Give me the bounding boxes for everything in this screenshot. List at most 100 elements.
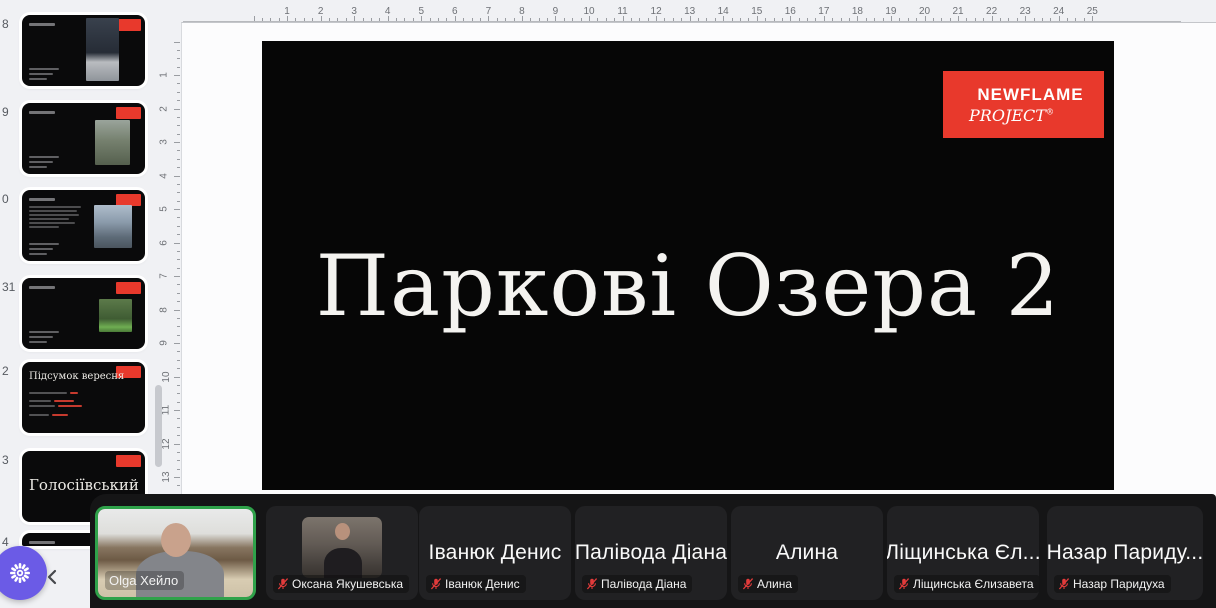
participant-name-text: Olga Хейло (109, 573, 178, 588)
ruler-tick (177, 393, 180, 394)
thumb-value-line (58, 405, 82, 407)
thumb-title-line (29, 23, 55, 26)
participant-name-label: Палівода Діана (582, 575, 692, 593)
ruler-tick (177, 284, 180, 285)
filmstrip-scrollbar[interactable] (155, 385, 162, 467)
slide-thumbnail[interactable] (22, 190, 145, 261)
ruler-tick (177, 226, 180, 227)
participant-tile[interactable]: Іванюк ДенисІванюк Денис (419, 506, 571, 600)
thumb-value-line (52, 414, 68, 416)
muted-mic-icon (1058, 578, 1070, 590)
ruler-tick (174, 444, 180, 445)
participant-name-label: Ліщинська Єлизавета (894, 575, 1039, 593)
ruler-tick (177, 452, 180, 453)
participant-name-label: Оксана Якушевська (273, 575, 409, 593)
thumb-photo (86, 18, 119, 81)
person-silhouette (335, 523, 350, 540)
thumb-photo (99, 299, 132, 332)
thumb-text-line (29, 336, 53, 338)
ruler-tick (177, 485, 180, 486)
ruler-number: 1 (158, 72, 169, 78)
ruler-tick (177, 301, 180, 302)
slide-thumbnail[interactable] (22, 103, 145, 174)
thumb-photo (95, 120, 130, 165)
muted-mic-icon (430, 578, 442, 590)
thumb-text-line (29, 253, 47, 255)
person-silhouette (161, 523, 191, 557)
ruler-number: 12 (161, 438, 172, 449)
slide-thumbnail[interactable] (22, 15, 145, 86)
ruler-tick (177, 58, 180, 59)
ruler-tick (177, 67, 180, 68)
ruler-number: 3 (158, 139, 169, 145)
thumb-text-line (29, 331, 59, 333)
ruler-tick (174, 410, 180, 411)
slide-number-label: 9 (2, 105, 18, 119)
thumb-text-line (29, 166, 47, 168)
ruler-tick (174, 142, 180, 143)
thumb-title-line (29, 286, 55, 289)
newflame-logo: NEWFLAME PROJECT® (943, 71, 1104, 138)
thumb-text-line (29, 392, 67, 394)
participant-tile[interactable]: Назар Париду...Назар Паридуха (1047, 506, 1203, 600)
ruler-tick (177, 368, 180, 369)
thumb-text-line (29, 73, 53, 75)
logo-text-line1: NEWFLAME (977, 85, 1083, 105)
thumb-title-line (29, 541, 55, 544)
ruler-tick (177, 351, 180, 352)
thumb-paragraph-line (29, 222, 75, 224)
thumb-value-line (70, 392, 78, 394)
participant-tile[interactable]: Оксана Якушевська (266, 506, 418, 600)
ruler-tick (174, 276, 180, 277)
ruler-number: 6 (158, 240, 169, 246)
thumb-text-line (29, 341, 47, 343)
participant-tile[interactable]: АлинаАлина (731, 506, 883, 600)
ruler-number: 11 (161, 405, 172, 415)
ruler-tick (174, 477, 180, 478)
ruler-tick (177, 469, 180, 470)
collapse-filmstrip-icon[interactable] (46, 569, 58, 585)
thumb-text-line (29, 405, 55, 407)
thumb-text-line (29, 161, 53, 163)
current-slide[interactable]: Паркові Озера 2 NEWFLAME PROJECT® (262, 41, 1114, 490)
ruler-tick (174, 209, 180, 210)
ruler-tick (177, 360, 180, 361)
thumb-text-line (29, 414, 49, 416)
participant-name-label: Іванюк Денис (426, 575, 526, 593)
ruler-tick (177, 100, 180, 101)
ruler-tick (177, 427, 180, 428)
thumb-logo-chip (116, 282, 141, 294)
ruler-tick (177, 293, 180, 294)
ruler-tick (177, 385, 180, 386)
participant-tile[interactable]: Палівода ДіанаПалівода Діана (575, 506, 727, 600)
ruler-number: 10 (161, 371, 172, 382)
meeting-participants-bar: Olga Хейло Оксана Якушевська Іванюк ДенисІ… (90, 494, 1216, 608)
slide-thumbnail[interactable] (22, 278, 145, 349)
participant-name-label: Назар Паридуха (1054, 575, 1171, 593)
thumb-paragraph-line (29, 218, 69, 220)
thumb-logo-chip (116, 107, 141, 119)
participant-tile[interactable]: Ліщинська Єл...Ліщинська Єлизавета (887, 506, 1039, 600)
ruler-number: 7 (158, 273, 169, 279)
assistant-fab-button[interactable] (0, 546, 47, 600)
participant-tile[interactable]: Olga Хейло (95, 506, 256, 600)
slide-thumbnail[interactable]: Підсумок вересня (22, 362, 145, 433)
ruler-tick (177, 159, 180, 160)
muted-mic-icon (277, 578, 289, 590)
participant-video-scene (302, 517, 382, 578)
thumb-title: Голосіївський (29, 476, 139, 494)
thumb-title: Підсумок вересня (29, 371, 124, 382)
participant-name-text: Іванюк Денис (445, 577, 520, 591)
ruler-tick (174, 377, 180, 378)
thumb-logo-chip (116, 19, 141, 31)
ruler-tick (177, 251, 180, 252)
ruler-tick (177, 92, 180, 93)
ruler-tick (177, 184, 180, 185)
participant-name-text: Алина (757, 577, 792, 591)
horizontal-ruler: 1234567891011121314151617181920212223242… (181, 0, 1216, 22)
ruler-number: 4 (158, 173, 169, 179)
ruler-tick (177, 435, 180, 436)
ruler-tick (177, 50, 180, 51)
ruler-tick (177, 83, 180, 84)
thumb-photo (94, 205, 132, 248)
